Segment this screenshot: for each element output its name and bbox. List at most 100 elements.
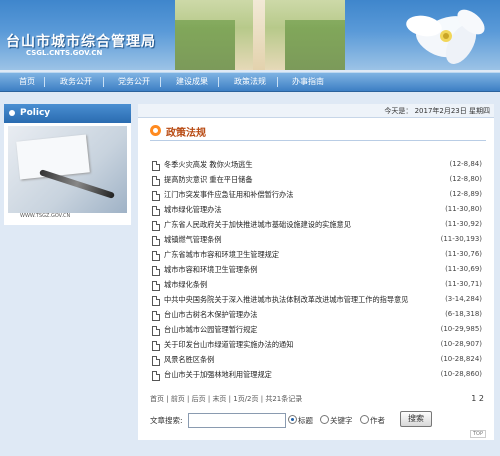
list-item-meta: (11-30,76) (445, 250, 482, 258)
list-item-title[interactable]: 城市市容和环境卫生管理条例 (164, 265, 257, 275)
nav-item-party-affairs[interactable]: 党务公开 (118, 76, 150, 87)
page-numbers[interactable]: 1 2 (471, 394, 484, 403)
list-item-title[interactable]: 冬季火灾高发 教你火场逃生 (164, 160, 253, 170)
list-item[interactable]: 城市绿化管理办法 (11-30,80) (152, 205, 488, 217)
nav-divider (277, 77, 278, 87)
policy-illustration (8, 126, 127, 213)
list-item-title[interactable]: 城市绿化管理办法 (164, 205, 222, 215)
policy-header: Policy (4, 104, 131, 123)
list-item-meta: (11-30,69) (445, 265, 482, 273)
document-icon (152, 326, 160, 336)
nav-divider (44, 77, 45, 87)
document-icon (152, 266, 160, 276)
nav-item-home[interactable]: 首页 (19, 76, 35, 87)
section-header: 政策法规 (150, 122, 486, 141)
nav-item-government-affairs[interactable]: 政务公开 (60, 76, 92, 87)
list-item-meta: (6-18,318) (445, 310, 482, 318)
radio-title[interactable] (288, 415, 297, 424)
list-item-meta: (12-8,84) (449, 160, 482, 168)
pagination: 首页 | 前页 | 后页 | 末页 | 1页/2页 | 共21条记录 (150, 395, 303, 403)
list-item-title[interactable]: 城镇燃气管理条例 (164, 235, 222, 245)
document-icon (152, 191, 160, 201)
list-item-meta: (11-30,71) (445, 280, 482, 288)
list-item-title[interactable]: 关于印发台山市绿道管理实施办法的通知 (164, 340, 293, 350)
banner-trees-left (175, 20, 235, 70)
list-item-title[interactable]: 广东省城市市容和环境卫生管理规定 (164, 250, 279, 260)
radio-title-label: 标题 (298, 416, 313, 425)
pager-first-link[interactable]: 首页 (150, 395, 164, 403)
pager-page-info: 1页/2页 (233, 395, 259, 403)
section-bullet-icon (150, 125, 161, 136)
pager-prev-link[interactable]: 前页 (171, 395, 185, 403)
list-item[interactable]: 台山市城市公园管理暂行规定 (10-29,985) (152, 325, 488, 337)
list-item-title[interactable]: 广东省人民政府关于加快推进城市基础设施建设的实施意见 (164, 220, 351, 230)
list-item[interactable]: 江门市突发事件应急征用和补偿暂行办法 (12-8,89) (152, 190, 488, 202)
list-item-title[interactable]: 提高防灾意识 重在平日储备 (164, 175, 253, 185)
list-item[interactable]: 广东省城市市容和环境卫生管理规定 (11-30,76) (152, 250, 488, 262)
radio-keyword-label: 关键字 (330, 416, 353, 425)
document-icon (152, 251, 160, 261)
policy-heading: Policy (20, 108, 51, 118)
list-item-meta: (3-14,284) (445, 295, 482, 303)
list-item-title[interactable]: 江门市突发事件应急征用和补偿暂行办法 (164, 190, 293, 200)
document-icon (152, 161, 160, 171)
list-item[interactable]: 台山市古树名木保护管理办法 (6-18,318) (152, 310, 488, 322)
list-item-meta: (12-8,89) (449, 190, 482, 198)
list-item-title[interactable]: 台山市古树名木保护管理办法 (164, 310, 257, 320)
nav-divider (160, 77, 161, 87)
list-item-title[interactable]: 中共中央国务院关于深入推进城市执法体制改革改进城市管理工作的指导意见 (164, 295, 408, 305)
search-button[interactable]: 搜索 (400, 411, 432, 427)
document-icon (152, 236, 160, 246)
nav-item-policies[interactable]: 政策法规 (234, 76, 266, 87)
list-item[interactable]: 提高防灾意识 重在平日储备 (12-8,80) (152, 175, 488, 187)
banner-road-stripe (253, 0, 265, 70)
radio-author[interactable] (360, 415, 369, 424)
bullet-icon (9, 110, 15, 116)
site-subtitle: CSGL.CNTS.GOV.CN (26, 49, 103, 57)
list-item-meta: (10-28,907) (440, 340, 482, 348)
current-date: 今天是： 2017年2月23日 星期四 (384, 107, 490, 115)
document-icon (152, 176, 160, 186)
radio-keyword[interactable] (320, 415, 329, 424)
section-title: 政策法规 (166, 128, 206, 139)
list-item[interactable]: 中共中央国务院关于深入推进城市执法体制改革改进城市管理工作的指导意见 (3-14… (152, 295, 488, 307)
list-item[interactable]: 台山市关于加强林地利用管理规定 (10-28,860) (152, 370, 488, 382)
radio-author-label: 作者 (370, 416, 385, 425)
list-item[interactable]: 城市市容和环境卫生管理条例 (11-30,69) (152, 265, 488, 277)
document-icon (152, 371, 160, 381)
nav-item-guide[interactable]: 办事指南 (292, 76, 324, 87)
document-icon (152, 206, 160, 216)
list-item-title[interactable]: 城市绿化条例 (164, 280, 207, 290)
pager-total: 共21条记录 (265, 395, 303, 403)
document-icon (152, 356, 160, 366)
list-item-meta: (11-30,92) (445, 220, 482, 228)
date-bar: 今天是： 2017年2月23日 星期四 (138, 104, 494, 118)
pager-next-link[interactable]: 后页 (192, 395, 206, 403)
pager-last-link[interactable]: 末页 (212, 395, 226, 403)
main-nav: 首页 政务公开 党务公开 建设成果 政策法规 办事指南 (0, 72, 500, 92)
site-title: 台山市城市综合管理局 (6, 34, 156, 50)
list-item[interactable]: 冬季火灾高发 教你火场逃生 (12-8,84) (152, 160, 488, 172)
nav-item-achievements[interactable]: 建设成果 (176, 76, 208, 87)
search-form: 文章搜索: 标题 关键字 作者 搜索 (150, 411, 490, 428)
list-item-meta: (11-30,80) (445, 205, 482, 213)
list-item-meta: (10-28,860) (440, 370, 482, 378)
search-input[interactable] (188, 413, 286, 428)
list-item-meta: (10-29,985) (440, 325, 482, 333)
search-label: 文章搜索: (150, 416, 183, 425)
list-item[interactable]: 城镇燃气管理条例 (11-30,193) (152, 235, 488, 247)
list-item-title[interactable]: 台山市关于加强林地利用管理规定 (164, 370, 272, 380)
left-panel: Policy WWW.TSGZ.GOV.CN (4, 104, 131, 225)
back-to-top-icon[interactable]: TOP (469, 430, 486, 438)
list-item[interactable]: 城市绿化条例 (11-30,71) (152, 280, 488, 292)
document-icon (152, 221, 160, 231)
left-panel-url: WWW.TSGZ.GOV.CN (20, 213, 71, 219)
list-item[interactable]: 关于印发台山市绿道管理实施办法的通知 (10-28,907) (152, 340, 488, 352)
list-item-title[interactable]: 台山市城市公园管理暂行规定 (164, 325, 257, 335)
list-item[interactable]: 广东省人民政府关于加快推进城市基础设施建设的实施意见 (11-30,92) (152, 220, 488, 232)
header-banner: 台山市城市综合管理局 CSGL.CNTS.GOV.CN (0, 0, 500, 70)
list-item[interactable]: 风景名胜区条例 (10-28,824) (152, 355, 488, 367)
list-item-title[interactable]: 风景名胜区条例 (164, 355, 214, 365)
document-icon (152, 311, 160, 321)
document-icon (152, 296, 160, 306)
